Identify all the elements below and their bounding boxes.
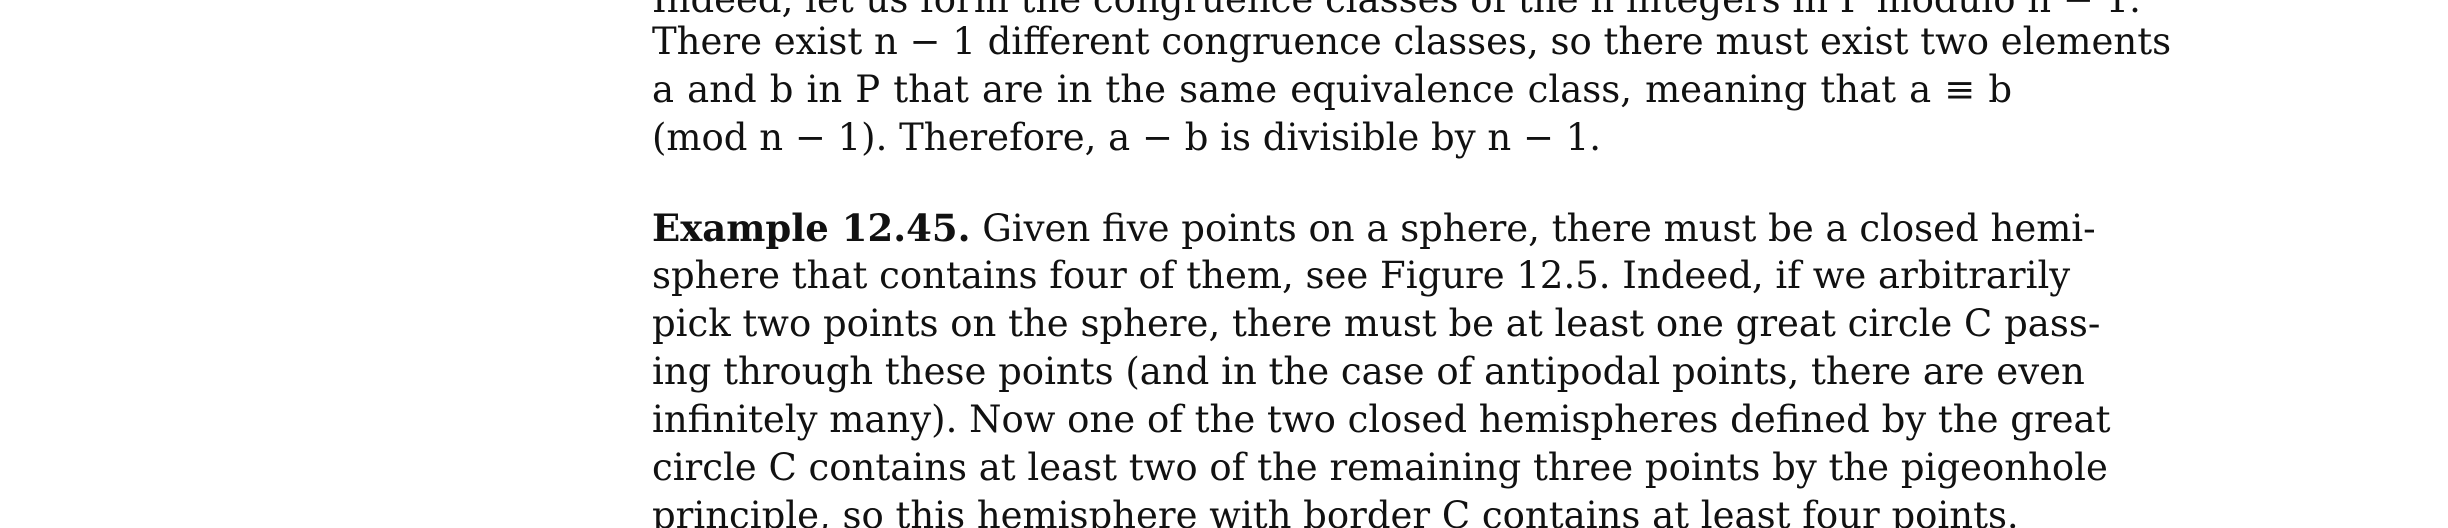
- example-first-line: Example 12.45. Given five points on a sp…: [652, 204, 2096, 252]
- example-text: Given five points on a sphere, there mus…: [982, 207, 2096, 250]
- paragraph-line: a and b in P that are in the same equiva…: [652, 68, 2012, 111]
- example-line: infinitely many). Now one of the two clo…: [652, 398, 2111, 441]
- document-page: Indeed, let us form the congruence class…: [0, 0, 2448, 528]
- example-label: Example 12.45.: [652, 206, 971, 250]
- example-line: pick two points on the sphere, there mus…: [652, 302, 2101, 345]
- example-line: circle C contains at least two of the re…: [652, 446, 2108, 489]
- example-line: sphere that contains four of them, see F…: [652, 254, 2071, 297]
- paragraph-line: There exist n − 1 different congruence c…: [652, 20, 2172, 63]
- example-line: principle, so this hemisphere with borde…: [652, 494, 2019, 528]
- example-line: ing through these points (and in the cas…: [652, 350, 2085, 393]
- paragraph-line: (mod n − 1). Therefore, a − b is divisib…: [652, 116, 1602, 159]
